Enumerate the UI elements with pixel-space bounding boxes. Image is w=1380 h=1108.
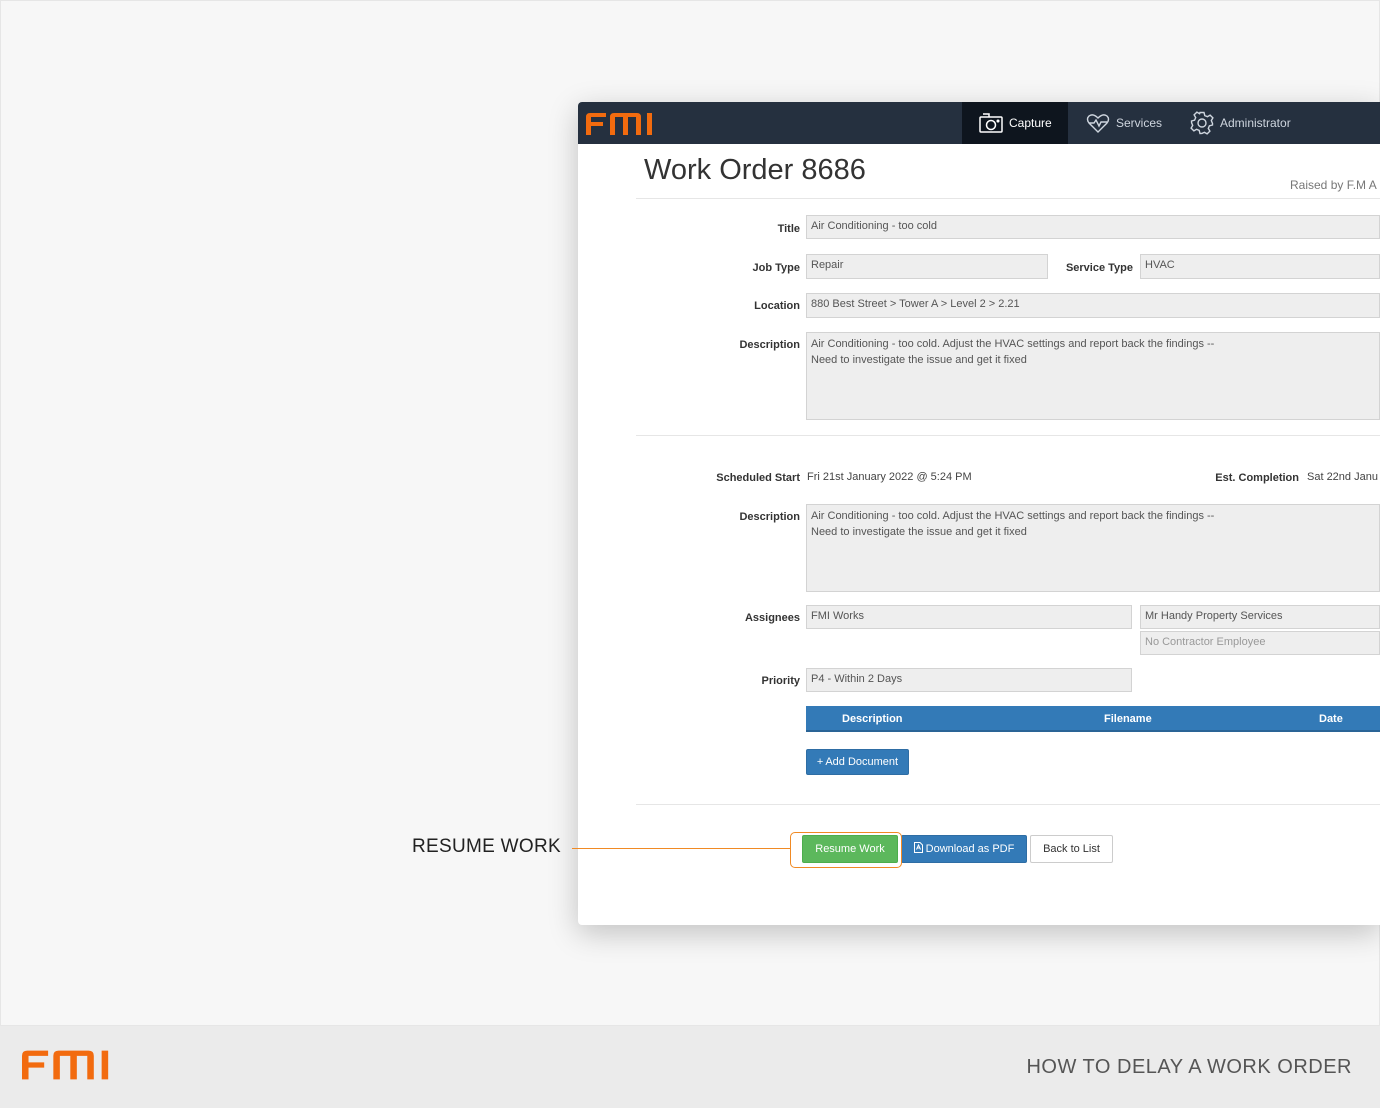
priority-label: Priority [761,675,800,687]
divider [636,804,1380,805]
est-completion-label: Est. Completion [1215,472,1299,484]
schedule-description-line-2: Need to investigate the issue and get it… [811,526,1027,538]
assignees-label: Assignees [744,612,800,624]
heartbeat-icon [1086,113,1110,133]
camera-icon [979,113,1003,133]
download-pdf-label: Download as PDF [925,843,1015,855]
nav-administrator-label: Administrator [1220,116,1291,130]
divider [636,198,1380,199]
assignee-contractor-field[interactable]: Mr Handy Property Services [1140,605,1380,629]
location-field[interactable]: 880 Best Street > Tower A > Level 2 > 2.… [806,293,1380,318]
nav-services-label: Services [1116,116,1163,130]
divider [636,435,1380,436]
footer-fmi-logo [22,1049,116,1086]
description-textarea[interactable]: Air Conditioning - too cold. Adjust the … [806,332,1380,420]
download-pdf-button[interactable]: Download as PDF [901,835,1027,863]
service-type-label: Service Type [1065,262,1133,274]
est-completion-value: Sat 22nd Janu [1307,471,1378,483]
job-type-field[interactable]: Repair [806,254,1048,279]
page-title: Work Order 8686 [644,154,866,186]
title-label: Title [777,223,800,235]
description-label: Description [739,339,800,351]
column-header-date[interactable]: Date [1319,713,1343,725]
contractor-employee-field[interactable]: No Contractor Employee [1140,631,1380,655]
schedule-description-textarea[interactable]: Air Conditioning - too cold. Adjust the … [806,504,1380,592]
schedule-description-label: Description [739,511,800,523]
fmi-logo[interactable] [586,112,658,141]
scheduled-start-value: Fri 21st January 2022 @ 5:24 PM [807,471,972,483]
app-window: Capture Services Administrator Work Orde… [578,102,1380,925]
description-line-1: Air Conditioning - too cold. Adjust the … [811,338,1215,350]
add-document-button[interactable]: + Add Document [806,749,909,775]
pdf-file-icon [913,842,923,856]
job-type-label: Job Type [752,262,800,274]
footer-title: HOW TO DELAY A WORK ORDER [1026,1056,1352,1078]
scheduled-start-label: Scheduled Start [716,472,800,484]
nav-capture-label: Capture [1009,116,1052,130]
callout-label: RESUME WORK [412,836,561,857]
nav-services[interactable]: Services [1086,102,1162,144]
back-to-list-button[interactable]: Back to List [1030,835,1113,863]
nav-administrator[interactable]: Administrator [1190,102,1291,144]
resume-work-highlight [790,832,902,868]
gear-icon [1190,111,1214,135]
column-header-filename[interactable]: Filename [1104,713,1152,725]
add-document-label: Add Document [825,756,899,768]
nav-capture[interactable]: Capture [962,102,1068,144]
column-header-description[interactable]: Description [842,713,903,725]
description-line-2: Need to investigate the issue and get it… [811,354,1027,366]
plus-icon: + [816,756,824,768]
top-navbar: Capture Services Administrator [578,102,1380,144]
location-label: Location [754,300,800,312]
title-field[interactable]: Air Conditioning - too cold [806,215,1380,239]
raised-by-text: Raised by F.M A [1290,178,1377,192]
service-type-field[interactable]: HVAC [1140,254,1380,279]
documents-table-header: Description Filename Date [806,706,1380,732]
schedule-description-line-1: Air Conditioning - too cold. Adjust the … [811,510,1215,522]
priority-field[interactable]: P4 - Within 2 Days [806,668,1132,692]
callout-line [572,848,790,849]
assignee-internal-field[interactable]: FMI Works [806,605,1132,629]
